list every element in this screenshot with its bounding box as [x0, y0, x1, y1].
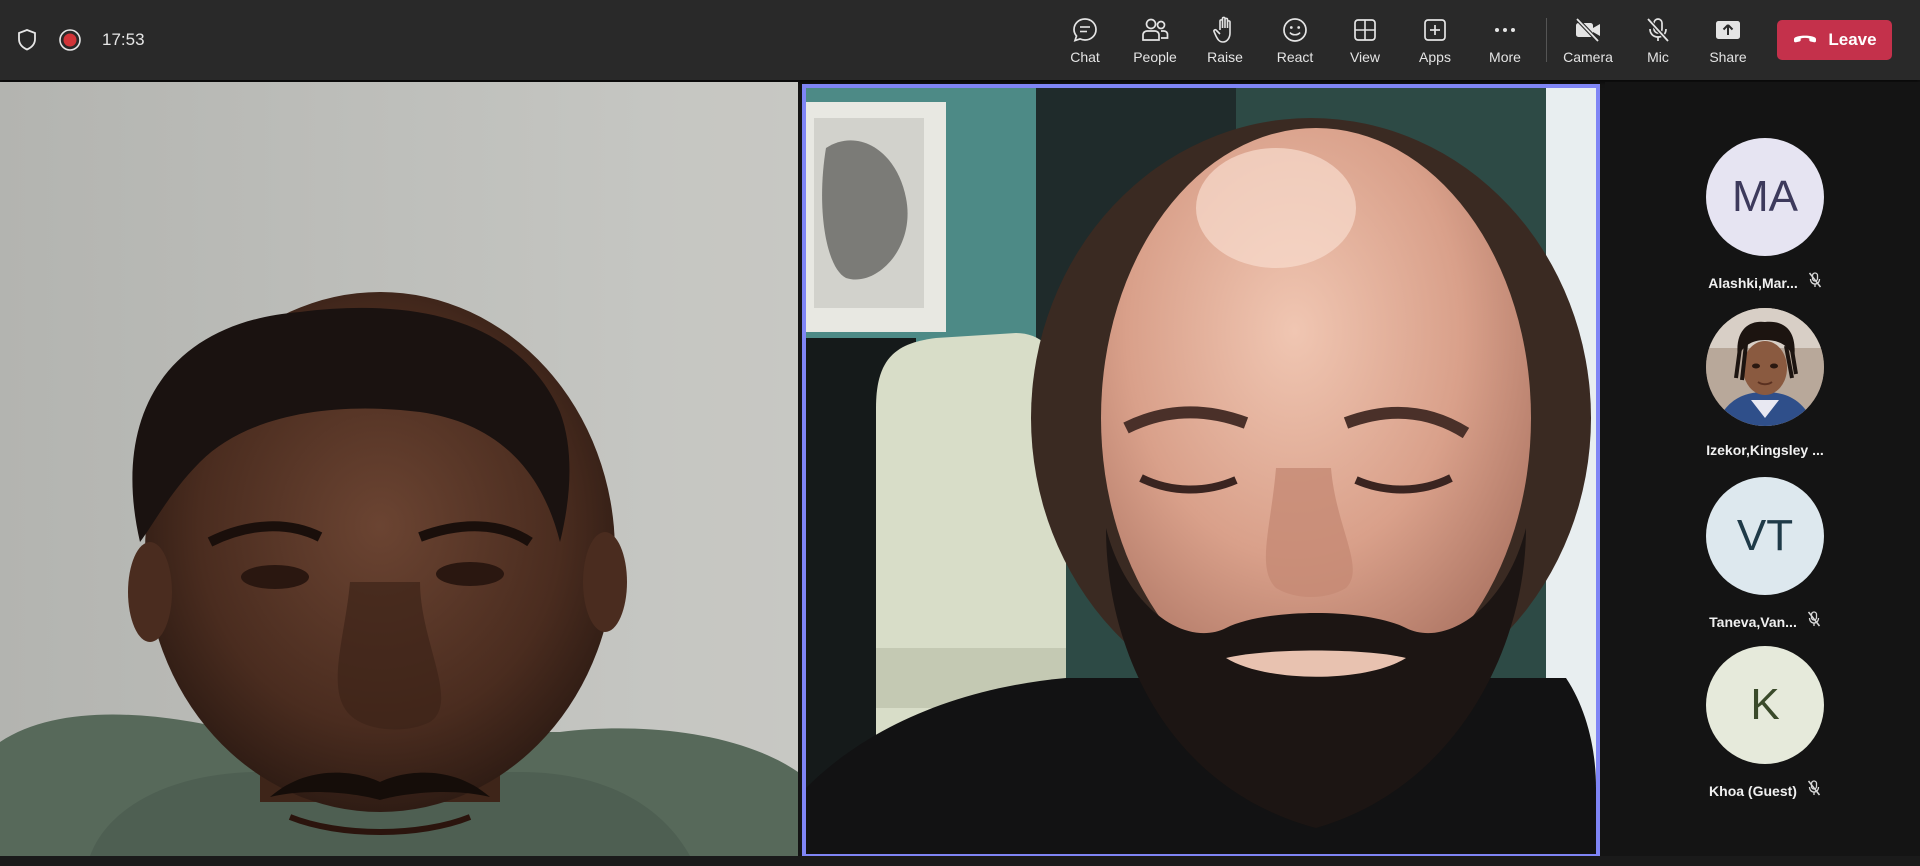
avatar-initials: VT	[1736, 511, 1794, 560]
grid-view-icon	[1350, 15, 1380, 45]
mic-button[interactable]: Mic	[1623, 0, 1693, 80]
chat-label: Chat	[1070, 49, 1100, 65]
shield-icon	[16, 28, 38, 52]
participant-card[interactable]: VT Taneva,Van...	[1690, 477, 1840, 632]
react-label: React	[1276, 49, 1314, 65]
avatar: VT	[1706, 477, 1824, 595]
toolbar-actions: Chat People Raise React View Apps More C…	[1050, 0, 1920, 80]
video-feed-image	[806, 88, 1596, 854]
mic-muted-icon	[1807, 611, 1821, 632]
camera-label: Camera	[1563, 49, 1613, 65]
participant-name: Alashki,Mar...	[1708, 274, 1798, 291]
participant-name-row: Alashki,Mar...	[1690, 272, 1840, 293]
recording-indicator-icon	[58, 28, 82, 52]
mic-off-icon	[1643, 15, 1673, 45]
participant-card[interactable]: Izekor,Kingsley ...	[1690, 308, 1840, 458]
mic-muted-icon	[1808, 272, 1822, 293]
people-icon	[1140, 15, 1170, 45]
view-label: View	[1349, 49, 1381, 65]
apps-label: Apps	[1419, 49, 1451, 65]
chat-button[interactable]: Chat	[1050, 0, 1120, 80]
leave-button[interactable]: Leave	[1777, 20, 1892, 60]
camera-button[interactable]: Camera	[1553, 0, 1623, 80]
participant-name: Taneva,Van...	[1709, 613, 1797, 630]
mic-label: Mic	[1647, 49, 1669, 65]
raise-label: Raise	[1207, 49, 1243, 65]
avatar-photo	[1706, 308, 1824, 426]
participant-name-row: Taneva,Van...	[1690, 611, 1840, 632]
people-label: People	[1133, 49, 1177, 65]
hang-up-icon	[1792, 30, 1818, 50]
more-button[interactable]: More	[1470, 0, 1540, 80]
react-button[interactable]: React	[1260, 0, 1330, 80]
chat-icon	[1070, 15, 1100, 45]
more-label: More	[1489, 49, 1521, 65]
participant-card[interactable]: MA Alashki,Mar...	[1690, 138, 1840, 293]
participant-name: Izekor,Kingsley ...	[1706, 442, 1824, 458]
smiley-icon	[1280, 15, 1310, 45]
add-apps-icon	[1420, 15, 1450, 45]
participants-rail: MA Alashki,Mar... Izekor,Kingsley ... VT…	[1605, 82, 1920, 856]
meeting-toolbar: 17:53 Chat People Raise React View Apps …	[0, 0, 1920, 80]
view-button[interactable]: View	[1330, 0, 1400, 80]
avatar-initials: K	[1750, 680, 1780, 729]
apps-button[interactable]: Apps	[1400, 0, 1470, 80]
camera-off-icon	[1573, 15, 1603, 45]
share-screen-icon	[1713, 15, 1743, 45]
active-speaker-video-tile[interactable]	[802, 84, 1600, 858]
avatar: MA	[1706, 138, 1824, 256]
more-dots-icon	[1490, 15, 1520, 45]
people-button[interactable]: People	[1120, 0, 1190, 80]
participant-video-tile[interactable]	[0, 82, 798, 856]
participant-name-row: Khoa (Guest)	[1690, 780, 1840, 801]
toolbar-divider	[1546, 18, 1547, 62]
participant-name: Khoa (Guest)	[1709, 782, 1797, 799]
share-button[interactable]: Share	[1693, 0, 1763, 80]
leave-label: Leave	[1828, 30, 1877, 49]
avatar-initials: MA	[1732, 172, 1798, 221]
mic-muted-icon	[1807, 780, 1821, 801]
raise-hand-button[interactable]: Raise	[1190, 0, 1260, 80]
avatar: K	[1706, 646, 1824, 764]
participant-name-row: Izekor,Kingsley ...	[1690, 442, 1840, 458]
video-feed-image	[0, 82, 798, 856]
participant-card[interactable]: K Khoa (Guest)	[1690, 646, 1840, 801]
meeting-status: 17:53	[16, 0, 145, 80]
bottom-edge	[0, 856, 1920, 866]
share-label: Share	[1709, 49, 1747, 65]
raise-hand-icon	[1210, 15, 1240, 45]
meeting-timer: 17:53	[102, 30, 145, 49]
